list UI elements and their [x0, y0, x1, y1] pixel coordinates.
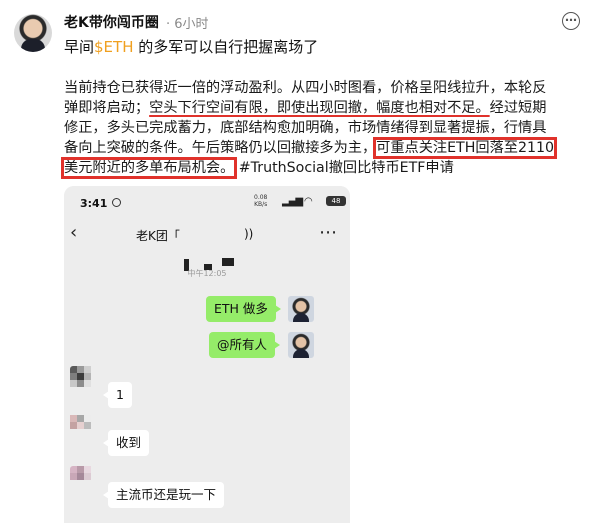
chat-header: ‹ 老K团「 )) ⋯ — [64, 216, 350, 271]
battery-icon: 48 — [326, 196, 346, 206]
author-avatar[interactable] — [14, 14, 52, 52]
boxed-highlight: 美元附近的多单布局机会。 — [60, 157, 238, 179]
post-time: · 6小时 — [166, 17, 209, 32]
notification-icon — [112, 198, 121, 207]
message-bubble[interactable]: ETH 做多 — [206, 296, 281, 322]
message-bubble[interactable]: 收到 — [102, 430, 150, 456]
headline-suffix: 的多军可以自行把握离场了 — [133, 38, 319, 56]
body-line-2: 弹即将启动；空头下行空间有限，即使出现回撤，幅度也相对不足。经过短期 — [64, 98, 584, 118]
back-icon[interactable]: ‹ — [70, 222, 77, 243]
body-line-4: 备向上突破的条件。午后策略仍以回撤接多为主，可重点关注ETH回落至2110 — [64, 137, 584, 159]
message-bubble[interactable]: 主流币还是玩一下 — [102, 482, 225, 508]
body-line-5: 美元附近的多单布局机会。 #TruthSocial撤回比特币ETF申请 — [60, 157, 584, 179]
chat-title-tail: )) — [244, 227, 254, 241]
message-bubble[interactable]: 1 — [103, 382, 132, 408]
boxed-highlight: 可重点关注ETH回落至2110 — [373, 137, 558, 159]
body-line-1: 当前持仓已获得近一倍的浮动盈利。从四小时图看，价格呈阳线拉升，本轮反 — [64, 80, 547, 96]
headline-prefix: 早间 — [64, 38, 95, 56]
author-name[interactable]: 老K带你闯币圈 — [64, 12, 159, 32]
chat-screenshot[interactable]: 3:41 0.08 KB/s ▂▄▆ ◠ 48 ‹ 老K团「 )) ⋯ 中午12:… — [64, 186, 350, 523]
more-icon[interactable]: ⋯ — [319, 222, 338, 243]
redaction-block — [222, 258, 234, 266]
network-speed: 0.08 KB/s — [254, 194, 268, 208]
mosaic-avatar[interactable] — [70, 412, 96, 438]
chat-title: 老K团「 — [136, 229, 180, 243]
status-time: 3:41 — [80, 197, 108, 210]
hashtag-link[interactable]: #TruthSocial撤回比特币ETF申请 — [239, 160, 454, 176]
more-options-icon[interactable]: ⋯ — [562, 12, 580, 30]
chat-timestamp: 中午12:05 — [187, 269, 227, 278]
ticker-link[interactable]: $ETH — [94, 38, 133, 56]
body-line-3: 修正，多头已完成蓄力，底部结构愈加明确，市场情绪得到显著提振，行情具 — [64, 120, 547, 136]
signal-icon: ▂▄▆ ◠ — [282, 196, 312, 207]
mosaic-avatar[interactable] — [70, 366, 96, 392]
message-bubble[interactable]: @所有人 — [209, 332, 281, 358]
underlined-highlight: 空头下行空间有限，即使出现回撤，幅度也相对不足。 — [149, 100, 490, 116]
body-text: 备向上突破的条件。午后策略仍以回撤接多为主， — [64, 140, 377, 156]
post-headline: 早间$ETH 的多军可以自行把握离场了 — [64, 36, 318, 57]
sender-avatar[interactable] — [288, 332, 314, 358]
post-body: 当前持仓已获得近一倍的浮动盈利。从四小时图看，价格呈阳线拉升，本轮反 弹即将启动… — [60, 78, 584, 179]
mosaic-avatar[interactable] — [70, 466, 96, 492]
sender-avatar[interactable] — [288, 296, 314, 322]
phone-status-bar: 3:41 0.08 KB/s ▂▄▆ ◠ 48 — [64, 186, 350, 216]
body-text: 弹即将启动； — [64, 100, 150, 116]
body-text: 经过短期 — [489, 100, 547, 116]
